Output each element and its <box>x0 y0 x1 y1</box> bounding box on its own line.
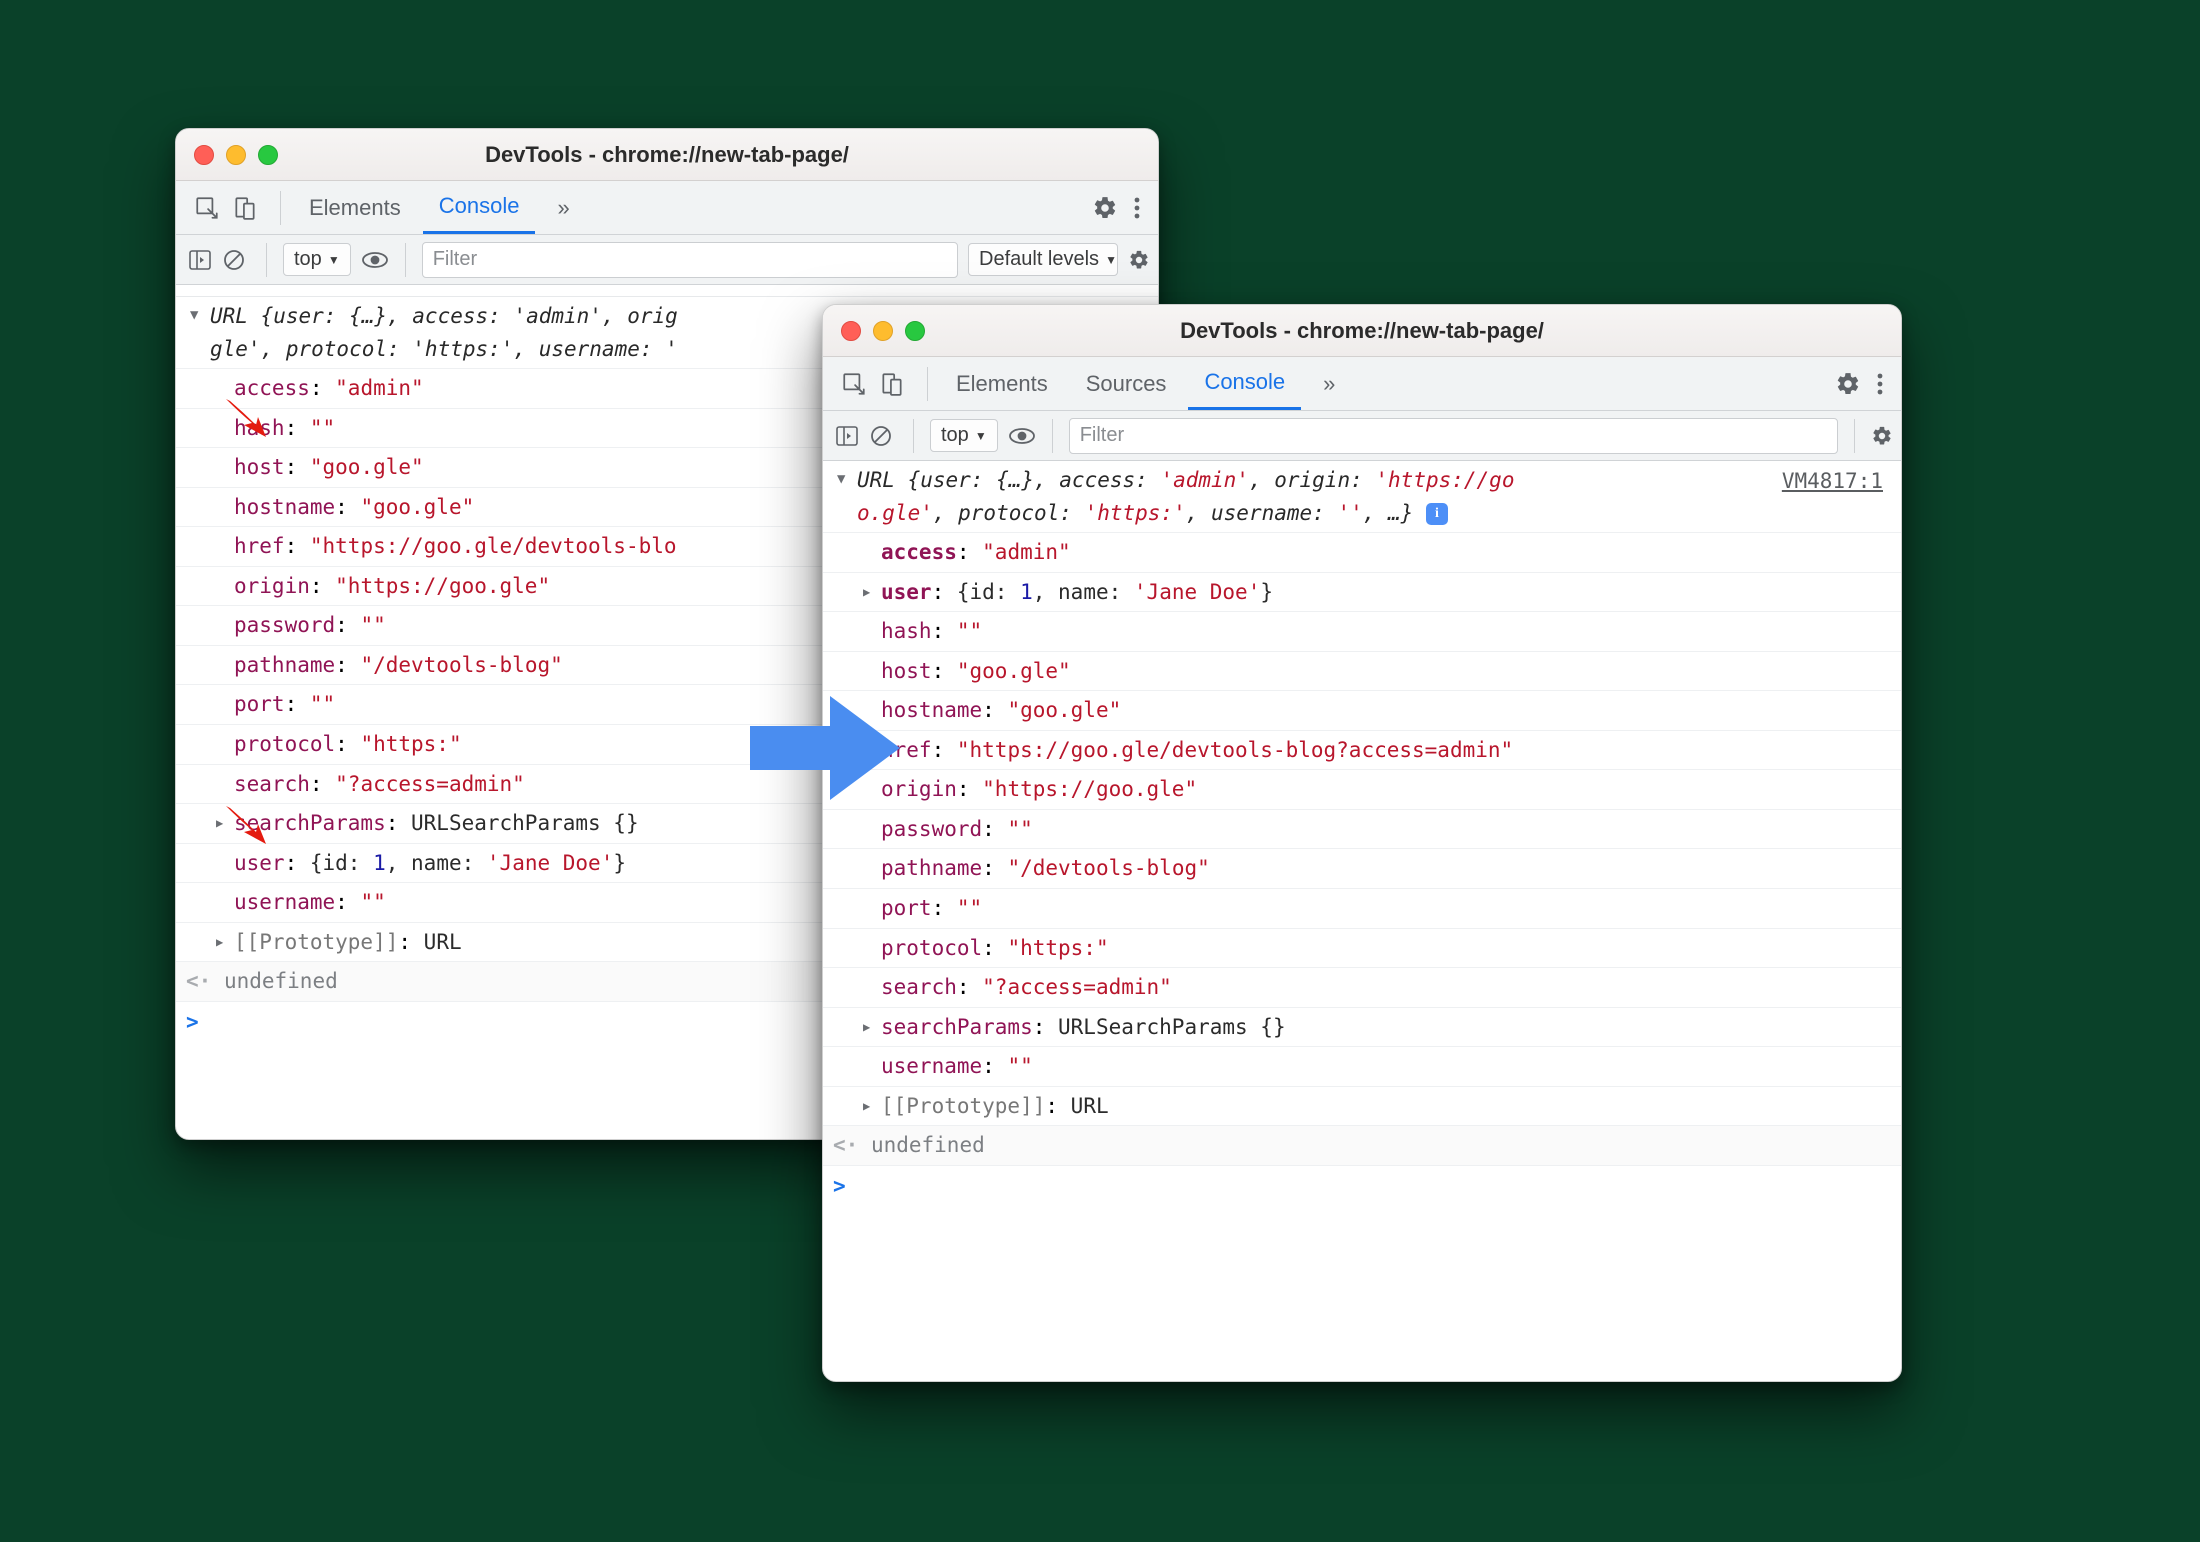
clear-console-icon[interactable] <box>222 248 246 272</box>
prop-username[interactable]: username: "" <box>823 1047 1901 1087</box>
tab-sources[interactable]: Sources <box>1070 357 1183 410</box>
inspect-icon[interactable] <box>194 195 220 221</box>
context-selector[interactable]: top ▼ <box>283 243 351 276</box>
chevron-down-icon: ▼ <box>1105 253 1117 267</box>
clear-console-icon[interactable] <box>869 424 893 448</box>
window-title: DevTools - chrome://new-tab-page/ <box>176 142 1158 168</box>
log-levels-selector[interactable]: Default levels ▼ <box>968 243 1118 276</box>
transition-arrow-icon <box>750 688 900 808</box>
devtools-window-after: DevTools - chrome://new-tab-page/ Elemen… <box>822 304 1902 1382</box>
expand-icon[interactable]: ▶ <box>863 1018 870 1037</box>
console-filterbar: top ▼ <box>823 411 1901 461</box>
prop-hash[interactable]: hash: "" <box>823 612 1901 652</box>
device-toggle-icon[interactable] <box>232 195 258 221</box>
chevron-double-icon: » <box>1323 371 1335 397</box>
prop-href[interactable]: href: "https://goo.gle/devtools-blog?acc… <box>823 731 1901 771</box>
info-icon[interactable]: i <box>1426 503 1448 525</box>
result-icon: <· <box>833 1133 858 1157</box>
tab-overflow[interactable]: » <box>541 181 585 234</box>
chevron-down-icon: ▼ <box>975 429 987 443</box>
prev-row-clipped <box>176 285 1158 297</box>
callout-arrow-icon <box>222 395 272 446</box>
tab-console[interactable]: Console <box>423 181 536 234</box>
titlebar[interactable]: DevTools - chrome://new-tab-page/ <box>176 129 1158 181</box>
prompt-icon: > <box>186 1006 199 1039</box>
console-output[interactable]: VM4817:1 ▼ URL {user: {…}, access: 'admi… <box>823 461 1901 1206</box>
divider <box>927 367 928 401</box>
prop-port[interactable]: port: "" <box>823 889 1901 929</box>
summary-line2: gle', protocol: 'https:', username: ' <box>210 337 678 361</box>
undefined-label: undefined <box>224 969 338 993</box>
expand-icon[interactable]: ▶ <box>216 933 223 952</box>
context-selector[interactable]: top ▼ <box>930 419 998 452</box>
result-icon: <· <box>186 969 211 993</box>
chevron-down-icon: ▼ <box>328 253 340 267</box>
prop-access[interactable]: access: "admin" <box>823 533 1901 573</box>
toggle-sidebar-icon[interactable] <box>835 425 859 447</box>
undefined-label: undefined <box>871 1133 985 1157</box>
divider <box>405 243 406 277</box>
prompt-icon: > <box>833 1170 846 1203</box>
divider <box>1854 419 1855 453</box>
toggle-sidebar-icon[interactable] <box>188 249 212 271</box>
tab-console[interactable]: Console <box>1188 357 1301 410</box>
prop-search[interactable]: search: "?access=admin" <box>823 968 1901 1008</box>
prop-origin[interactable]: origin: "https://goo.gle" <box>823 770 1901 810</box>
context-label: top <box>941 424 969 447</box>
levels-label: Default levels <box>979 248 1099 271</box>
prop-hostname[interactable]: hostname: "goo.gle" <box>823 691 1901 731</box>
gear-icon[interactable] <box>1128 249 1150 271</box>
collapse-icon[interactable]: ▼ <box>190 305 198 327</box>
device-toggle-icon[interactable] <box>879 371 905 397</box>
kebab-icon[interactable] <box>1877 373 1883 395</box>
live-expression-icon[interactable] <box>361 250 389 270</box>
window-title: DevTools - chrome://new-tab-page/ <box>823 318 1901 344</box>
prop-pathname[interactable]: pathname: "/devtools-blog" <box>823 849 1901 889</box>
tab-overflow[interactable]: » <box>1307 357 1351 410</box>
tab-elements[interactable]: Elements <box>293 181 417 234</box>
gear-icon[interactable] <box>1871 425 1893 447</box>
callout-arrow-icon <box>222 802 272 853</box>
gear-icon[interactable] <box>1835 371 1861 397</box>
summary-line1: URL {user: {…}, access: 'admin', orig <box>210 304 678 328</box>
devtools-tabbar: Elements Console » <box>176 181 1158 235</box>
divider <box>913 419 914 453</box>
console-filterbar: top ▼ Default levels ▼ <box>176 235 1158 285</box>
prop-password[interactable]: password: "" <box>823 810 1901 850</box>
inspect-icon[interactable] <box>841 371 867 397</box>
devtools-tabbar: Elements Sources Console » <box>823 357 1901 411</box>
divider <box>280 191 281 225</box>
summary-text: URL {user: {…}, access: 'admin', origin:… <box>857 468 1514 525</box>
result-row: <· undefined <box>823 1126 1901 1166</box>
collapse-icon[interactable]: ▼ <box>837 469 845 491</box>
gear-icon[interactable] <box>1092 195 1118 221</box>
context-label: top <box>294 248 322 271</box>
expand-icon[interactable]: ▶ <box>863 1097 870 1116</box>
filter-input[interactable] <box>1069 418 1838 454</box>
chevron-double-icon: » <box>557 195 569 221</box>
prop-user[interactable]: ▶ user: {id: 1, name: 'Jane Doe'} <box>823 573 1901 613</box>
expand-icon[interactable]: ▶ <box>863 583 870 602</box>
titlebar[interactable]: DevTools - chrome://new-tab-page/ <box>823 305 1901 357</box>
tab-elements[interactable]: Elements <box>940 357 1064 410</box>
divider <box>1052 419 1053 453</box>
kebab-icon[interactable] <box>1134 197 1140 219</box>
prop-prototype[interactable]: ▶ [[Prototype]]: URL <box>823 1087 1901 1127</box>
live-expression-icon[interactable] <box>1008 426 1036 446</box>
prop-protocol[interactable]: protocol: "https:" <box>823 929 1901 969</box>
prop-searchparams[interactable]: ▶ searchParams: URLSearchParams {} <box>823 1008 1901 1048</box>
prop-host[interactable]: host: "goo.gle" <box>823 652 1901 692</box>
console-prompt[interactable]: > <box>823 1166 1901 1207</box>
filter-input[interactable] <box>422 242 958 278</box>
divider <box>266 243 267 277</box>
object-summary[interactable]: ▼ URL {user: {…}, access: 'admin', origi… <box>823 461 1901 533</box>
